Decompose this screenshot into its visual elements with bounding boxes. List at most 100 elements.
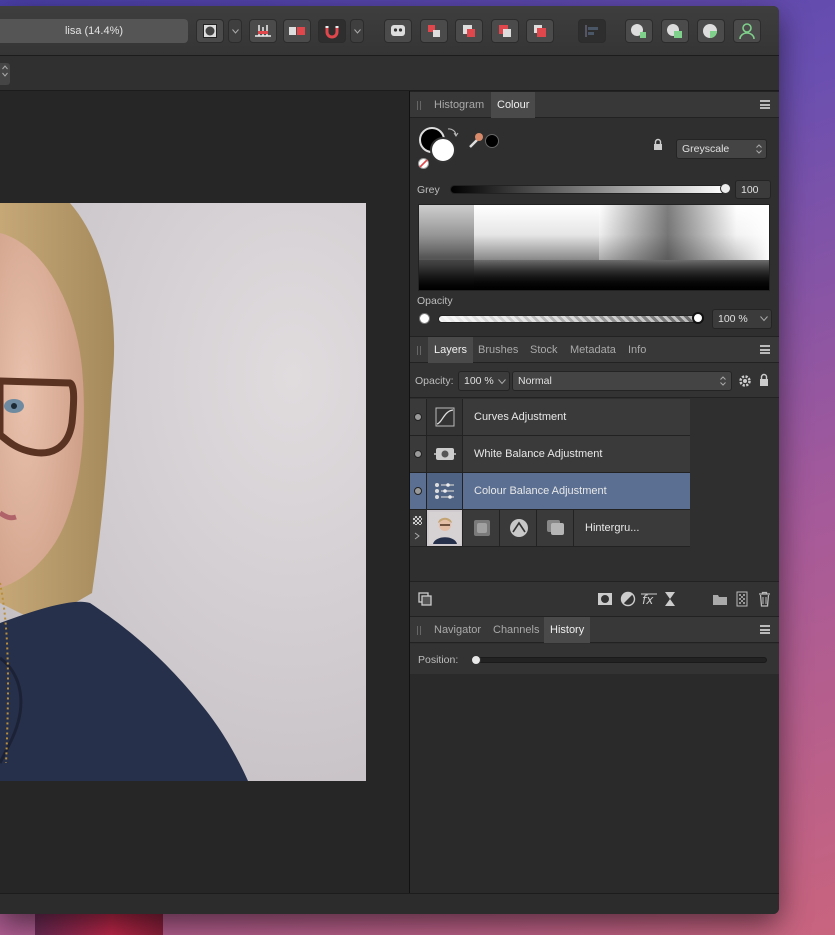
live-filter-icon[interactable] bbox=[664, 591, 676, 607]
tab-brushes[interactable]: Brushes bbox=[472, 337, 524, 363]
blend-mode-select[interactable]: Normal bbox=[512, 371, 732, 391]
layer-name: White Balance Adjustment bbox=[474, 448, 603, 460]
document-title[interactable]: lisa (14.4%) bbox=[0, 19, 188, 43]
tab-history[interactable]: History bbox=[544, 617, 591, 643]
panel-grip-icon[interactable] bbox=[417, 626, 421, 635]
layer-transform-icon[interactable] bbox=[418, 592, 432, 606]
chevron-down-icon bbox=[760, 316, 768, 322]
mask-thumbnail[interactable] bbox=[464, 510, 500, 546]
history-position-handle[interactable] bbox=[471, 655, 481, 665]
studio-panels: Histogram Colour Greyscale Grey 100 Opac… bbox=[410, 91, 779, 893]
opacity-slider-handle[interactable] bbox=[692, 312, 704, 324]
grey-value-field[interactable]: 100 bbox=[735, 180, 771, 199]
snapping-dropdown[interactable] bbox=[350, 19, 364, 43]
persona-develop-button[interactable] bbox=[697, 19, 725, 43]
tab-layers[interactable]: Layers bbox=[428, 337, 474, 363]
align-icon bbox=[585, 25, 598, 37]
history-panel-tabs: Navigator Channels History bbox=[410, 616, 779, 643]
tab-channels[interactable]: Channels bbox=[487, 617, 545, 643]
picked-colour-swatch[interactable] bbox=[485, 134, 499, 148]
quick-mask-dropdown[interactable] bbox=[228, 19, 242, 43]
portrait-image bbox=[0, 203, 248, 781]
history-panel-menu-icon[interactable] bbox=[760, 625, 770, 634]
persona-liquify-button[interactable] bbox=[661, 19, 689, 43]
grey-slider-handle[interactable] bbox=[720, 183, 731, 194]
mask-layer-icon[interactable] bbox=[597, 592, 613, 606]
arrange-back-button[interactable] bbox=[420, 19, 448, 43]
opacity-value-field[interactable]: 100 % bbox=[712, 309, 772, 329]
swap-colours-icon[interactable] bbox=[445, 126, 459, 140]
colour-picker-icon[interactable] bbox=[468, 131, 484, 149]
lock-icon[interactable] bbox=[759, 373, 769, 387]
arrange-forward-button[interactable] bbox=[491, 19, 519, 43]
colour-box[interactable] bbox=[418, 204, 770, 291]
arrange-front-button[interactable] bbox=[526, 19, 554, 43]
history-position-slider[interactable] bbox=[472, 657, 767, 663]
arrange-forward-icon bbox=[499, 25, 511, 37]
snapping-button[interactable] bbox=[249, 19, 277, 43]
opacity-swatch bbox=[419, 313, 430, 324]
adjustment-layer-icon[interactable] bbox=[620, 591, 636, 607]
layers-options-bar: Opacity: 100 % Normal bbox=[410, 363, 779, 398]
tab-colour[interactable]: Colour bbox=[491, 92, 536, 118]
arrange-backward-button[interactable] bbox=[455, 19, 483, 43]
colour-model-value: Greyscale bbox=[682, 143, 730, 155]
persona-photo-button[interactable] bbox=[625, 19, 653, 43]
tab-histogram[interactable]: Histogram bbox=[428, 92, 490, 118]
colour-panel-menu-icon[interactable] bbox=[760, 100, 770, 109]
fx-icon[interactable]: fx bbox=[641, 591, 657, 607]
stroke-colour-swatch[interactable] bbox=[430, 137, 456, 163]
layers-panel: Opacity: 100 % Normal Curves Adjustment … bbox=[410, 363, 779, 581]
layer-row-colour-balance[interactable]: Colour Balance Adjustment bbox=[410, 473, 690, 510]
tab-stock[interactable]: Stock bbox=[524, 337, 564, 363]
layer-visibility-toggle[interactable] bbox=[414, 413, 422, 421]
layer-row-white-balance[interactable]: White Balance Adjustment bbox=[410, 436, 690, 473]
panel-grip-icon[interactable] bbox=[417, 101, 421, 110]
add-pixel-layer-icon[interactable] bbox=[736, 591, 748, 607]
colour-model-select[interactable]: Greyscale bbox=[676, 139, 767, 159]
live-filter-thumbnail[interactable] bbox=[501, 510, 537, 546]
layers-panel-tabs: Layers Brushes Stock Metadata Info bbox=[410, 336, 779, 363]
layer-opacity-value: 100 % bbox=[464, 375, 494, 387]
opacity-slider[interactable] bbox=[438, 315, 701, 323]
tab-info[interactable]: Info bbox=[622, 337, 652, 363]
layer-row-background[interactable]: Hintergru... bbox=[410, 510, 690, 547]
persona-develop-icon bbox=[703, 24, 717, 38]
layer-visibility-toggle[interactable] bbox=[414, 487, 422, 495]
layer-opacity-label: Opacity: bbox=[415, 375, 454, 387]
quick-mask-icon bbox=[203, 24, 217, 38]
folder-icon[interactable] bbox=[712, 592, 728, 606]
no-colour-icon[interactable] bbox=[418, 158, 429, 169]
arrange-backward-icon bbox=[463, 25, 475, 37]
adjustment-thumbnail[interactable] bbox=[538, 510, 574, 546]
magnet-button[interactable] bbox=[318, 19, 346, 43]
stepper-arrows-icon bbox=[2, 65, 8, 77]
layer-opacity-field[interactable]: 100 % bbox=[458, 371, 510, 391]
trash-icon[interactable] bbox=[758, 591, 771, 607]
layers-panel-menu-icon[interactable] bbox=[760, 345, 770, 354]
colour-panel-tabs: Histogram Colour bbox=[410, 91, 779, 118]
document-canvas[interactable] bbox=[0, 91, 409, 893]
assistant-button[interactable] bbox=[384, 19, 412, 43]
main-toolbar: lisa (14.4%) bbox=[0, 6, 779, 56]
layer-row-curves[interactable]: Curves Adjustment bbox=[410, 399, 690, 436]
photo-thumbnail bbox=[427, 510, 463, 546]
opacity-value: 100 % bbox=[718, 313, 748, 325]
force-pixel-alignment-button[interactable] bbox=[283, 19, 311, 43]
blend-mode-value: Normal bbox=[518, 375, 552, 387]
opacity-label: Opacity bbox=[417, 295, 453, 307]
tab-navigator[interactable]: Navigator bbox=[428, 617, 487, 643]
lock-icon[interactable] bbox=[653, 138, 663, 151]
context-stepper[interactable] bbox=[0, 63, 10, 85]
persona-export-button[interactable] bbox=[733, 19, 761, 43]
curves-icon bbox=[427, 399, 463, 435]
tab-metadata[interactable]: Metadata bbox=[564, 337, 622, 363]
white-balance-icon bbox=[427, 436, 463, 472]
quick-mask-button[interactable] bbox=[196, 19, 224, 43]
align-button[interactable] bbox=[578, 19, 606, 43]
grey-slider[interactable] bbox=[450, 185, 726, 194]
panel-grip-icon[interactable] bbox=[417, 346, 421, 355]
layer-visibility-toggle[interactable] bbox=[414, 450, 422, 458]
chevron-right-icon[interactable] bbox=[414, 532, 420, 540]
gear-icon[interactable] bbox=[738, 374, 752, 388]
